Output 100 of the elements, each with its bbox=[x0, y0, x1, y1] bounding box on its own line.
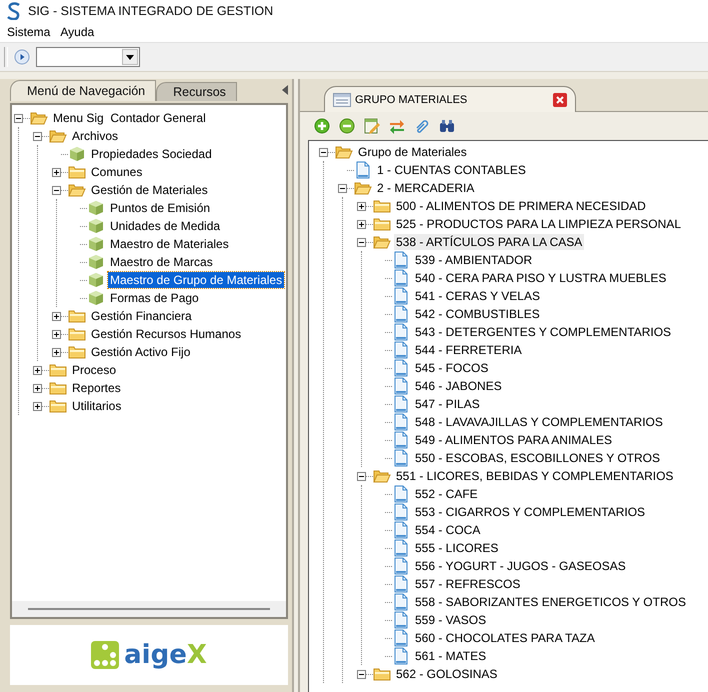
add-icon[interactable] bbox=[314, 118, 330, 134]
tree-item[interactable]: 542 - COMBUSTIBLES bbox=[413, 306, 542, 322]
tree-item[interactable]: Reportes bbox=[70, 380, 123, 396]
window-title: SIG - SISTEMA INTEGRADO DE GESTION bbox=[28, 4, 274, 18]
cube-icon bbox=[87, 218, 105, 234]
tree-item[interactable]: 547 - PILAS bbox=[413, 396, 482, 412]
cube-icon bbox=[87, 290, 105, 306]
expand-icon[interactable] bbox=[52, 168, 61, 176]
menu-item[interactable]: Sistema bbox=[3, 25, 54, 39]
combo-box[interactable] bbox=[36, 47, 140, 67]
tree-item[interactable]: 538 - ARTÍCULOS PARA LA CASA bbox=[394, 234, 584, 250]
swap-arrows-icon[interactable] bbox=[389, 118, 405, 134]
tree-item[interactable]: Gestión Financiera bbox=[89, 308, 194, 324]
collapse-arrow-icon[interactable] bbox=[282, 85, 288, 95]
tree-item[interactable]: Maestro de Grupo de Materiales bbox=[108, 272, 284, 288]
folder-icon bbox=[68, 164, 86, 180]
tree-item[interactable]: Menu Sig Contador General bbox=[51, 110, 208, 126]
collapse-icon[interactable] bbox=[33, 132, 42, 140]
tree-item[interactable]: 553 - CIGARROS Y COMPLEMENTARIOS bbox=[413, 504, 648, 520]
tree-item[interactable]: 525 - PRODUCTOS PARA LA LIMPIEZA PERSONAL bbox=[394, 216, 683, 232]
tree-item[interactable]: 546 - JABONES bbox=[413, 378, 504, 394]
tree-item[interactable]: Puntos de Emisión bbox=[108, 200, 212, 216]
expand-icon[interactable] bbox=[52, 348, 61, 356]
cube-icon bbox=[87, 254, 105, 270]
tree-item[interactable]: Maestro de Materiales bbox=[108, 236, 231, 252]
tree-item[interactable]: 2 - MERCADERIA bbox=[375, 180, 476, 196]
open-folder-icon bbox=[68, 182, 86, 198]
tree-item[interactable]: 540 - CERA PARA PISO Y LUSTRA MUEBLES bbox=[413, 270, 668, 286]
document-icon bbox=[392, 341, 410, 359]
tree-item[interactable]: 551 - LICORES, BEBIDAS Y COMPLEMENTARIOS bbox=[394, 468, 676, 484]
folder-icon bbox=[373, 216, 391, 232]
tab[interactable]: Menú de Navegación bbox=[10, 80, 156, 101]
tree-item[interactable]: Maestro de Marcas bbox=[108, 254, 215, 270]
tree-item[interactable]: 550 - ESCOBAS, ESCOBILLONES Y OTROS bbox=[413, 450, 662, 466]
remove-icon[interactable] bbox=[339, 118, 355, 134]
folder-icon bbox=[49, 398, 67, 414]
cube-icon bbox=[87, 272, 105, 288]
tree-item[interactable]: 544 - FERRETERIA bbox=[413, 342, 524, 358]
tree-item[interactable]: Comunes bbox=[89, 164, 144, 180]
tree-item[interactable]: 556 - YOGURT - JUGOS - GASEOSAS bbox=[413, 558, 628, 574]
list-window-icon bbox=[333, 92, 351, 106]
tree-item[interactable]: 541 - CERAS Y VELAS bbox=[413, 288, 542, 304]
binoculars-icon[interactable] bbox=[439, 118, 455, 134]
tree-item[interactable]: 555 - LICORES bbox=[413, 540, 500, 556]
play-icon[interactable] bbox=[14, 49, 30, 65]
tree-item[interactable]: 539 - AMBIENTADOR bbox=[413, 252, 534, 268]
tree-item[interactable]: Utilitarios bbox=[70, 398, 124, 414]
cube-icon bbox=[68, 146, 86, 162]
tree-item[interactable]: Formas de Pago bbox=[108, 290, 201, 306]
tree-item[interactable]: 554 - COCA bbox=[413, 522, 482, 538]
collapse-icon[interactable] bbox=[319, 148, 328, 156]
folder-icon bbox=[373, 198, 391, 214]
expand-icon[interactable] bbox=[52, 312, 61, 320]
tree-item[interactable]: 1 - CUENTAS CONTABLES bbox=[375, 162, 528, 178]
collapse-icon[interactable] bbox=[357, 238, 366, 246]
dice-logo-icon bbox=[91, 641, 120, 669]
tree-item[interactable]: Gestión de Materiales bbox=[89, 182, 210, 198]
tree-item[interactable]: Gestión Activo Fijo bbox=[89, 344, 192, 360]
document-tab[interactable]: GRUPO MATERIALES bbox=[324, 86, 576, 112]
document-icon bbox=[392, 305, 410, 323]
tree-item[interactable]: 548 - LAVAVAJILLAS Y COMPLEMENTARIOS bbox=[413, 414, 665, 430]
collapse-icon[interactable] bbox=[338, 184, 347, 192]
tree-item[interactable]: 543 - DETERGENTES Y COMPLEMENTARIOS bbox=[413, 324, 674, 340]
edit-icon[interactable] bbox=[364, 118, 380, 134]
tree-item[interactable]: 558 - SABORIZANTES ENERGETICOS Y OTROS bbox=[413, 594, 688, 610]
tree-item[interactable]: Unidades de Medida bbox=[108, 218, 222, 234]
expand-icon[interactable] bbox=[357, 220, 366, 228]
folder-icon bbox=[68, 326, 86, 342]
scrollbar[interactable] bbox=[12, 601, 286, 617]
tree-item[interactable]: 549 - ALIMENTOS PARA ANIMALES bbox=[413, 432, 614, 448]
collapse-icon[interactable] bbox=[357, 670, 366, 678]
document-icon bbox=[392, 647, 410, 665]
close-icon[interactable] bbox=[553, 92, 567, 106]
expand-icon[interactable] bbox=[52, 330, 61, 338]
tree-item[interactable]: Archivos bbox=[70, 128, 120, 144]
document-icon bbox=[392, 323, 410, 341]
collapse-icon[interactable] bbox=[14, 114, 23, 122]
document-icon bbox=[392, 251, 410, 269]
tree-item[interactable]: 552 - CAFE bbox=[413, 486, 480, 502]
tree-item[interactable]: Grupo de Materiales bbox=[356, 144, 469, 160]
tree-item[interactable]: 561 - MATES bbox=[413, 648, 488, 664]
tab[interactable]: Recursos bbox=[156, 82, 237, 101]
expand-icon[interactable] bbox=[357, 202, 366, 210]
tree-item[interactable]: 559 - VASOS bbox=[413, 612, 488, 628]
tree-item[interactable]: 557 - REFRESCOS bbox=[413, 576, 522, 592]
tree-item[interactable]: Proceso bbox=[70, 362, 118, 378]
tree-item[interactable]: 500 - ALIMENTOS DE PRIMERA NECESIDAD bbox=[394, 198, 648, 214]
tree-item[interactable]: 560 - CHOCOLATES PARA TAZA bbox=[413, 630, 597, 646]
expand-icon[interactable] bbox=[33, 366, 42, 374]
tree-item[interactable]: Propiedades Sociedad bbox=[89, 146, 214, 162]
collapse-icon[interactable] bbox=[52, 186, 61, 194]
tree-item[interactable]: Gestión Recursos Humanos bbox=[89, 326, 244, 342]
document-icon bbox=[392, 449, 410, 467]
expand-icon[interactable] bbox=[33, 402, 42, 410]
tree-item[interactable]: 562 - GOLOSINAS bbox=[394, 666, 500, 682]
collapse-icon[interactable] bbox=[357, 472, 366, 480]
paperclip-icon[interactable] bbox=[414, 118, 430, 134]
expand-icon[interactable] bbox=[33, 384, 42, 392]
menu-item[interactable]: Ayuda bbox=[56, 25, 98, 39]
tree-item[interactable]: 545 - FOCOS bbox=[413, 360, 490, 376]
